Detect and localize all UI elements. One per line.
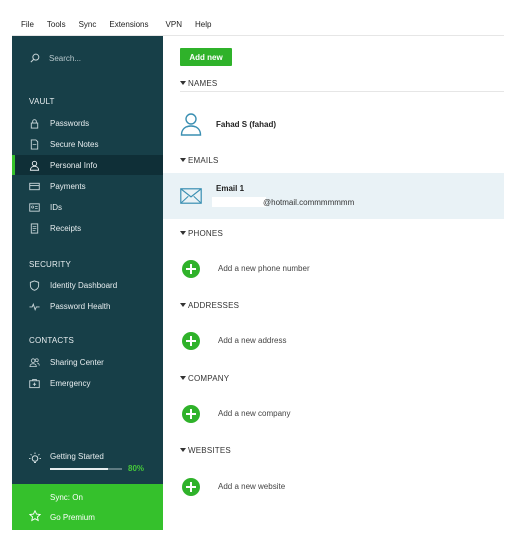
sidebar-item-identity-dashboard[interactable]: Identity Dashboard: [12, 275, 163, 295]
section-contacts: CONTACTS: [29, 336, 75, 345]
redacted-block: [212, 197, 266, 207]
getting-started-label: Getting Started: [50, 452, 104, 461]
add-circle-icon: [182, 478, 200, 496]
progress-percent: 80%: [128, 464, 145, 473]
sidebar-item-label: Secure Notes: [50, 139, 99, 149]
add-website-row[interactable]: Add a new website: [180, 475, 504, 499]
section-label: EMAILS: [188, 156, 219, 165]
section-vault: VAULT: [29, 97, 55, 106]
sidebar-item-secure-notes[interactable]: Secure Notes: [12, 134, 163, 154]
section-label: ADDRESSES: [188, 301, 240, 310]
section-websites-header[interactable]: WEBSITES: [180, 446, 231, 455]
menu-help[interactable]: Help: [195, 20, 211, 29]
sidebar-item-label: Receipts: [50, 223, 82, 233]
id-card-icon: [29, 203, 40, 212]
email-entry-title: Email 1: [216, 184, 245, 193]
sidebar-item-password-health[interactable]: Password Health: [12, 296, 163, 316]
person-icon: [29, 160, 40, 171]
card-icon: [29, 182, 40, 191]
sync-status[interactable]: Sync: On: [50, 493, 83, 502]
collapse-caret-icon: [180, 376, 186, 380]
add-new-button[interactable]: Add new: [180, 48, 232, 66]
menu-extensions[interactable]: Extensions: [109, 20, 148, 29]
email-entry[interactable]: Email 1 @hotmail.commmmmmm: [163, 173, 504, 219]
menu-file[interactable]: File: [21, 20, 34, 29]
collapse-caret-icon: [180, 448, 186, 452]
sidebar-item-label: Personal Info: [50, 160, 98, 170]
add-circle-icon: [182, 332, 200, 350]
section-label: PHONES: [188, 229, 223, 238]
section-label: COMPANY: [188, 374, 230, 383]
star-icon: [29, 510, 41, 522]
sidebar-item-label: Sharing Center: [50, 357, 104, 367]
collapse-caret-icon: [180, 231, 186, 235]
note-icon: [30, 139, 39, 150]
lock-icon: [30, 119, 39, 129]
menu-bar: File Tools Sync Extensions VPN Help: [12, 14, 504, 36]
person-icon: [180, 113, 202, 136]
search-icon: [30, 53, 40, 63]
collapse-caret-icon: [180, 81, 186, 85]
getting-started-progress: [50, 468, 122, 470]
add-address-row[interactable]: Add a new address: [180, 329, 504, 353]
sidebar-item-label: Identity Dashboard: [50, 280, 118, 290]
section-company-header[interactable]: COMPANY: [180, 374, 229, 383]
people-icon: [29, 358, 40, 368]
pulse-icon: [29, 302, 40, 311]
add-address-label: Add a new address: [218, 336, 287, 345]
add-company-label: Add a new company: [218, 409, 291, 418]
main-content: Add new NAMES Fahad S (fahad) EMAILS Ema…: [163, 36, 504, 530]
medkit-icon: [29, 379, 40, 389]
collapse-caret-icon: [180, 158, 186, 162]
sidebar-item-ids[interactable]: IDs: [12, 197, 163, 217]
section-emails-header[interactable]: EMAILS: [180, 156, 219, 165]
add-circle-icon: [182, 260, 200, 278]
menu-sync[interactable]: Sync: [79, 20, 97, 29]
sidebar-item-label: Payments: [50, 181, 86, 191]
sidebar-item-label: Emergency: [50, 378, 91, 388]
menu-tools[interactable]: Tools: [47, 20, 66, 29]
menu-vpn[interactable]: VPN: [166, 20, 182, 29]
section-addresses-header[interactable]: ADDRESSES: [180, 301, 239, 310]
active-indicator: [12, 155, 15, 175]
sync-premium-panel: Sync: On Go Premium: [12, 484, 163, 530]
sidebar: Search... VAULT Passwords Secure Notes P…: [12, 36, 163, 484]
getting-started[interactable]: Getting Started 80%: [12, 446, 163, 476]
progress-fill: [50, 468, 108, 470]
sidebar-item-personal-info[interactable]: Personal Info: [12, 155, 163, 175]
section-phones-header[interactable]: PHONES: [180, 229, 223, 238]
lightbulb-icon: [29, 452, 41, 463]
sidebar-item-receipts[interactable]: Receipts: [12, 218, 163, 238]
app-window: File Tools Sync Extensions VPN Help Sear…: [0, 0, 518, 550]
add-website-label: Add a new website: [218, 482, 286, 491]
sidebar-item-sharing-center[interactable]: Sharing Center: [12, 352, 163, 372]
sidebar-item-emergency[interactable]: Emergency: [12, 373, 163, 393]
divider: [180, 91, 504, 92]
sidebar-item-label: Passwords: [50, 118, 90, 128]
envelope-icon: [180, 188, 202, 204]
email-address: @hotmail.commmmmmm: [263, 198, 355, 207]
name-entry[interactable]: Fahad S (fahad): [180, 110, 504, 138]
shield-icon: [29, 280, 40, 291]
sidebar-item-payments[interactable]: Payments: [12, 176, 163, 196]
search-placeholder: Search...: [49, 53, 82, 63]
sidebar-item-passwords[interactable]: Passwords: [12, 113, 163, 133]
receipt-icon: [30, 223, 39, 234]
search-box[interactable]: Search...: [12, 46, 163, 70]
collapse-caret-icon: [180, 303, 186, 307]
sidebar-item-label: IDs: [50, 202, 62, 212]
add-company-row[interactable]: Add a new company: [180, 402, 504, 426]
sidebar-item-label: Password Health: [50, 301, 111, 311]
go-premium-link[interactable]: Go Premium: [50, 513, 95, 522]
section-security: SECURITY: [29, 260, 72, 269]
section-names-header[interactable]: NAMES: [180, 79, 217, 88]
add-phone-row[interactable]: Add a new phone number: [180, 257, 504, 281]
add-circle-icon: [182, 405, 200, 423]
section-label: NAMES: [188, 79, 218, 88]
section-label: WEBSITES: [188, 446, 231, 455]
name-entry-label: Fahad S (fahad): [216, 120, 277, 129]
add-phone-label: Add a new phone number: [218, 264, 310, 273]
